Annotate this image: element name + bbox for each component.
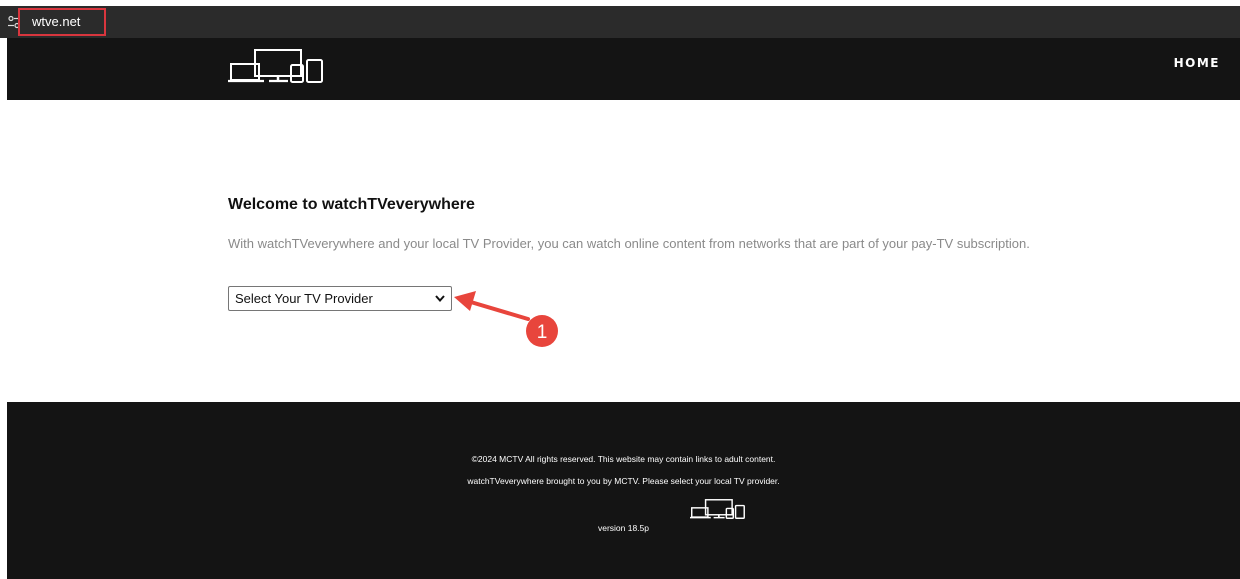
tv-provider-select[interactable]: Select Your TV Provider [228, 286, 452, 311]
site-footer: ©2024 MCTV All rights reserved. This web… [7, 402, 1240, 579]
nav-home-link[interactable]: HOME [1174, 56, 1220, 70]
page-title: Welcome to watchTVeverywhere [228, 196, 475, 213]
annotation-number: 1 [537, 322, 548, 343]
site-header: HOME [7, 38, 1240, 100]
annotation-arrow: 1 [454, 291, 558, 347]
tv-provider-select-value: Select Your TV Provider [235, 291, 373, 306]
footer-brought-by: watchTVeverywhere brought to you by MCTV… [467, 476, 780, 486]
browser-address-bar: wtve.net [0, 6, 1240, 38]
footer-copyright: ©2024 MCTV All rights reserved. This web… [471, 454, 776, 464]
chevron-down-icon [435, 295, 445, 302]
devices-logo-icon [690, 499, 745, 519]
devices-logo-icon[interactable] [228, 48, 332, 84]
url-text[interactable]: wtve.net [32, 14, 80, 30]
page-description: With watchTVeverywhere and your local TV… [228, 236, 1030, 251]
footer-version: version 18.5p [597, 523, 650, 533]
